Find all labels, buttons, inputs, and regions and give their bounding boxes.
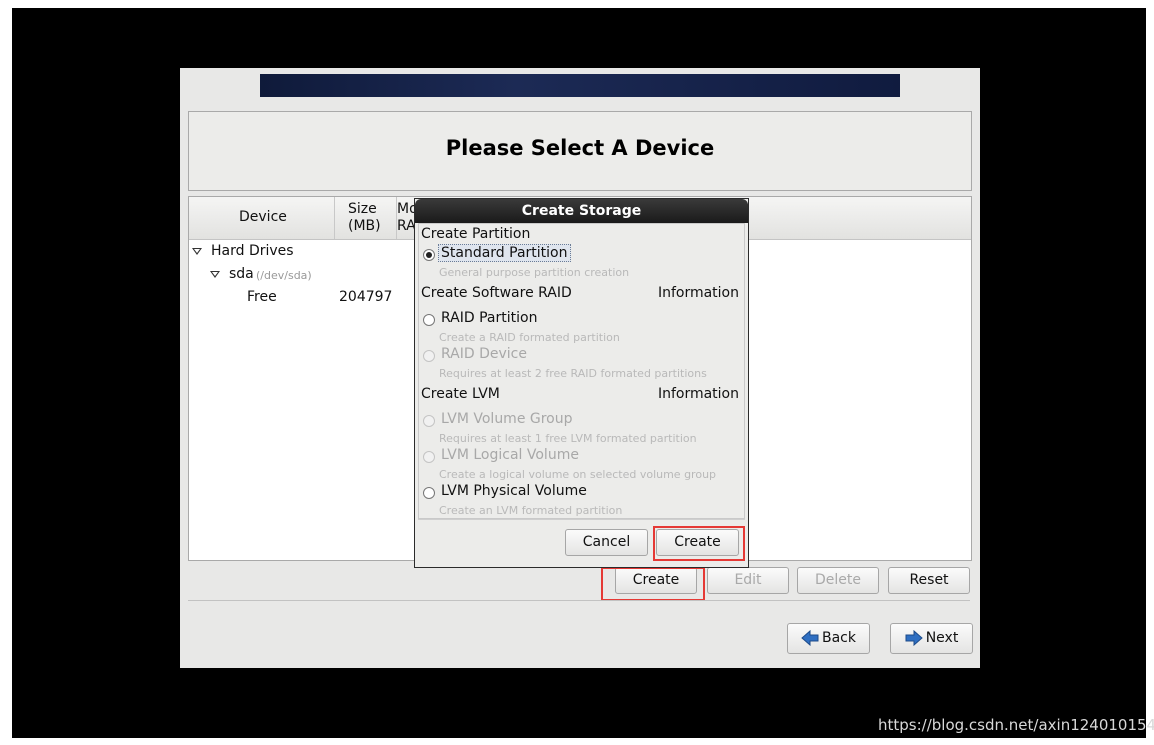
next-button[interactable]: Next xyxy=(890,623,973,654)
create-storage-dialog: Create Storage Create Partition Standard… xyxy=(414,198,749,568)
raid-information-link[interactable]: Information xyxy=(658,285,739,301)
expander-down-icon[interactable] xyxy=(210,271,220,278)
tree-label-free: Free xyxy=(247,289,277,305)
label-lvm-physical-volume[interactable]: LVM Physical Volume xyxy=(441,483,587,499)
page-title: Please Select A Device xyxy=(445,136,715,160)
label-lvm-volume-group[interactable]: LVM Volume Group xyxy=(441,411,573,427)
back-button-label: Back xyxy=(822,630,856,646)
radio-lvm-physical-volume[interactable] xyxy=(423,487,435,499)
label-raid-partition[interactable]: RAID Partition xyxy=(441,310,537,326)
back-button[interactable]: Back xyxy=(787,623,870,654)
dialog-options-panel: Create Partition Standard Partition Gene… xyxy=(418,223,745,519)
column-device-label: Device xyxy=(239,209,287,225)
dialog-cancel-button[interactable]: Cancel xyxy=(565,529,648,556)
section-create-partition: Create Partition xyxy=(421,226,531,242)
radio-raid-partition[interactable] xyxy=(423,314,435,326)
edit-button[interactable]: Edit xyxy=(707,567,789,594)
radio-raid-device[interactable] xyxy=(423,350,435,362)
dialog-create-button-highlight xyxy=(653,526,745,561)
tree-row-sda[interactable]: sda (/dev/sda) xyxy=(189,266,389,286)
title-panel: Please Select A Device xyxy=(188,111,972,191)
dialog-title: Create Storage xyxy=(415,199,748,223)
lvm-information-link[interactable]: Information xyxy=(658,386,739,402)
arrow-right-icon xyxy=(905,630,923,646)
label-lvm-logical-volume[interactable]: LVM Logical Volume xyxy=(441,447,579,463)
footer-separator xyxy=(188,600,970,601)
tree-label-sda-path: (/dev/sda) xyxy=(256,269,312,282)
arrow-left-icon xyxy=(801,630,819,646)
radio-lvm-logical-volume[interactable] xyxy=(423,451,435,463)
next-button-label: Next xyxy=(925,630,959,646)
tree-row-free[interactable]: Free 204797 xyxy=(189,289,419,309)
radio-standard-partition[interactable] xyxy=(423,249,435,261)
watermark-text: https://blog.csdn.net/axin1240101543 xyxy=(878,716,1154,734)
tree-label-hard-drives: Hard Drives xyxy=(211,243,294,259)
desc-raid-partition: Create a RAID formated partition xyxy=(439,331,620,344)
desc-lvm-logical-volume: Create a logical volume on selected volu… xyxy=(439,468,717,481)
installer-banner xyxy=(260,74,900,97)
desc-raid-device: Requires at least 2 free RAID formated p… xyxy=(439,367,707,380)
column-device[interactable]: Device xyxy=(189,197,335,239)
section-create-software-raid: Create Software RAID xyxy=(421,285,572,301)
tree-row-hard-drives[interactable]: Hard Drives xyxy=(189,243,389,263)
label-raid-device[interactable]: RAID Device xyxy=(441,346,527,362)
desc-lvm-volume-group: Requires at least 1 free LVM formated pa… xyxy=(439,432,697,445)
radio-lvm-volume-group[interactable] xyxy=(423,415,435,427)
desc-standard-partition: General purpose partition creation xyxy=(439,266,630,279)
create-button-highlight xyxy=(601,567,705,601)
desc-lvm-physical-volume: Create an LVM formated partition xyxy=(439,504,623,517)
label-standard-partition[interactable]: Standard Partition xyxy=(438,244,571,262)
expander-down-icon[interactable] xyxy=(192,248,202,255)
column-size-label: Size (MB) xyxy=(348,201,381,234)
reset-button[interactable]: Reset xyxy=(888,567,970,594)
dialog-separator xyxy=(418,519,745,520)
column-size[interactable]: Size (MB) xyxy=(335,197,397,239)
delete-button[interactable]: Delete xyxy=(797,567,879,594)
section-create-lvm: Create LVM xyxy=(421,386,500,402)
tree-value-free-size: 204797 xyxy=(339,289,393,305)
tree-label-sda: sda xyxy=(229,266,254,282)
